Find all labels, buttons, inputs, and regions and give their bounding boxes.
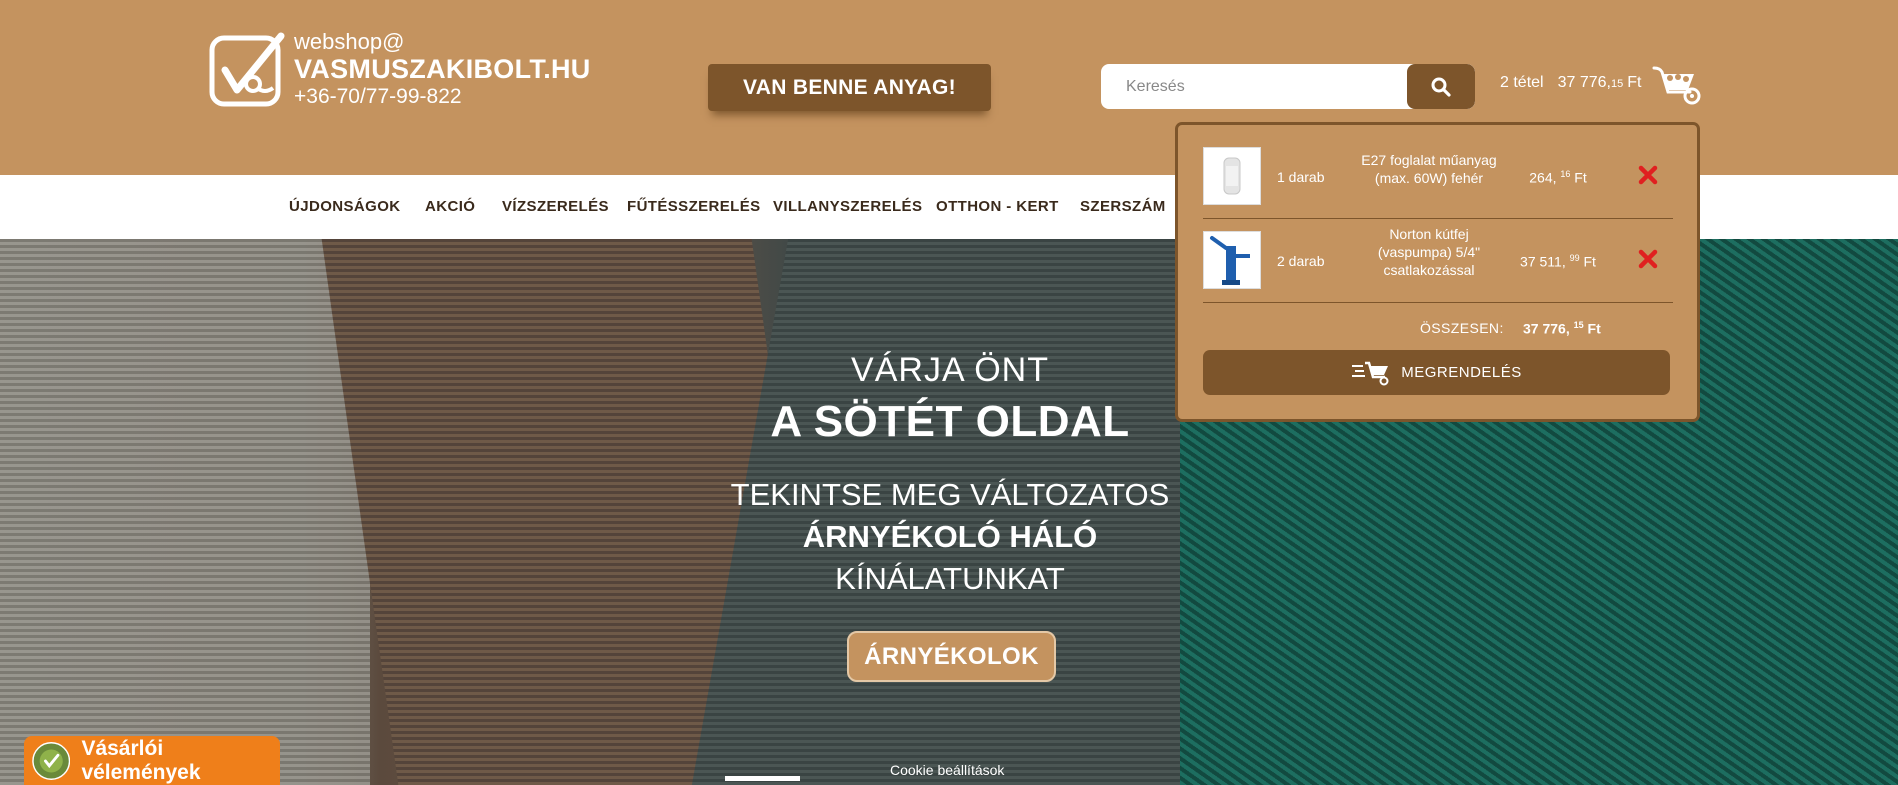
hero-line-3: TEKINTSE MEG VÁLTOZATOS xyxy=(730,477,1170,512)
item-price-main: 264, xyxy=(1529,169,1557,186)
item-price-currency: Ft xyxy=(1583,253,1596,270)
hero-line-5: KÍNÁLATUNKAT xyxy=(835,561,1065,596)
logo-text: webshop@ VASMUSZAKIBOLT.HU +36-70/77-99-… xyxy=(294,30,591,110)
nav-item-ujdonsagok[interactable]: ÚJDONSÁGOK xyxy=(289,198,401,215)
nav-item-akcio[interactable]: AKCIÓ xyxy=(425,198,475,215)
hero-line-4: ÁRNYÉKOLÓ HÁLÓ xyxy=(802,519,1098,554)
slider-indicator[interactable] xyxy=(725,776,800,781)
cart-total-cents: 15 xyxy=(1573,320,1584,330)
cart-item-count: 2 tétel xyxy=(1500,74,1544,91)
item-price-cents: 16 xyxy=(1560,169,1571,179)
item-price: 37 511, 99 Ft xyxy=(1513,253,1603,270)
nav-item-villanyszereles[interactable]: VILLANYSZERELÉS xyxy=(773,198,922,215)
wheelbarrow-cart-icon[interactable] xyxy=(1652,62,1702,106)
item-price-cents: 99 xyxy=(1569,253,1580,263)
logo-name: VASMUSZAKIBOLT.HU xyxy=(294,54,591,84)
logo-tagline: webshop@ xyxy=(294,29,405,54)
search-icon xyxy=(1431,77,1451,97)
remove-item-icon[interactable] xyxy=(1636,247,1660,271)
customer-reviews-tab[interactable]: Vásárlói vélemények xyxy=(24,736,280,785)
promo-button[interactable]: VAN BENNE ANYAG! xyxy=(708,64,991,111)
order-button-label: MEGRENDELÉS xyxy=(1401,364,1522,381)
cart-item-row: 1 darab E27 foglalat műanyag (max. 60W) … xyxy=(1203,135,1673,219)
search-input[interactable] xyxy=(1101,64,1407,109)
cart-item-row: 2 darab Norton kútfej (vaspumpa) 5/4" cs… xyxy=(1203,219,1673,303)
item-price: 264, 16 Ft xyxy=(1513,169,1603,186)
nav-item-vizszereles[interactable]: VÍZSZERELÉS xyxy=(502,198,609,215)
hero-cta-button[interactable]: ÁRNYÉKOLOK xyxy=(847,631,1056,682)
site-logo[interactable]: webshop@ VASMUSZAKIBOLT.HU +36-70/77-99-… xyxy=(209,30,591,110)
reviews-label: Vásárlói vélemények xyxy=(81,736,201,784)
checkbox-logo-icon xyxy=(209,32,285,107)
cart-dropdown: 1 darab E27 foglalat műanyag (max. 60W) … xyxy=(1175,122,1700,422)
cart-summary[interactable]: 2 tétel 37 776, 15 Ft xyxy=(1500,74,1641,92)
nav-item-futesszereles[interactable]: FŰTÉSSZERELÉS xyxy=(627,198,761,215)
hero-headline: A SÖTÉT OLDAL xyxy=(770,397,1130,446)
cart-currency: Ft xyxy=(1627,74,1642,91)
nav-item-otthon-kert[interactable]: OTTHON - KERT xyxy=(936,198,1059,215)
item-price-currency: Ft xyxy=(1574,169,1587,186)
search-bar xyxy=(1101,64,1475,109)
search-button[interactable] xyxy=(1407,64,1475,109)
nav-item-szerszam[interactable]: SZERSZÁM xyxy=(1080,198,1166,215)
item-name[interactable]: Norton kútfej (vaspumpa) 5/4" csatlakozá… xyxy=(1354,225,1504,279)
item-price-main: 37 511, xyxy=(1520,253,1566,270)
verified-badge-icon xyxy=(32,741,71,780)
hero-fabric-gray xyxy=(0,239,370,785)
hero-line-1: VÁRJA ÖNT xyxy=(851,351,1049,389)
cart-total-value: 37 776, 15 Ft xyxy=(1523,320,1601,337)
product-thumbnail[interactable] xyxy=(1203,147,1261,205)
product-thumbnail[interactable] xyxy=(1203,231,1261,289)
cart-total-cents: 15 xyxy=(1610,78,1624,90)
cart-total-main: 37 776, xyxy=(1523,320,1570,337)
item-quantity: 2 darab xyxy=(1277,253,1325,269)
item-quantity: 1 darab xyxy=(1277,169,1325,185)
order-button[interactable]: MEGRENDELÉS xyxy=(1203,350,1670,395)
remove-item-icon[interactable] xyxy=(1636,163,1660,187)
socket-product-icon xyxy=(1223,157,1241,195)
cart-total-label: ÖSSZESEN: xyxy=(1420,320,1504,336)
item-name[interactable]: E27 foglalat műanyag (max. 60W) fehér xyxy=(1354,151,1504,187)
cookie-settings-link[interactable]: Cookie beállítások xyxy=(890,762,1004,778)
fast-cart-icon xyxy=(1352,361,1389,385)
cart-total-currency: Ft xyxy=(1587,320,1601,337)
pump-product-icon xyxy=(1210,236,1250,285)
cart-total: 37 776, xyxy=(1557,74,1611,91)
phone-number[interactable]: +36-70/77-99-822 xyxy=(294,84,591,110)
